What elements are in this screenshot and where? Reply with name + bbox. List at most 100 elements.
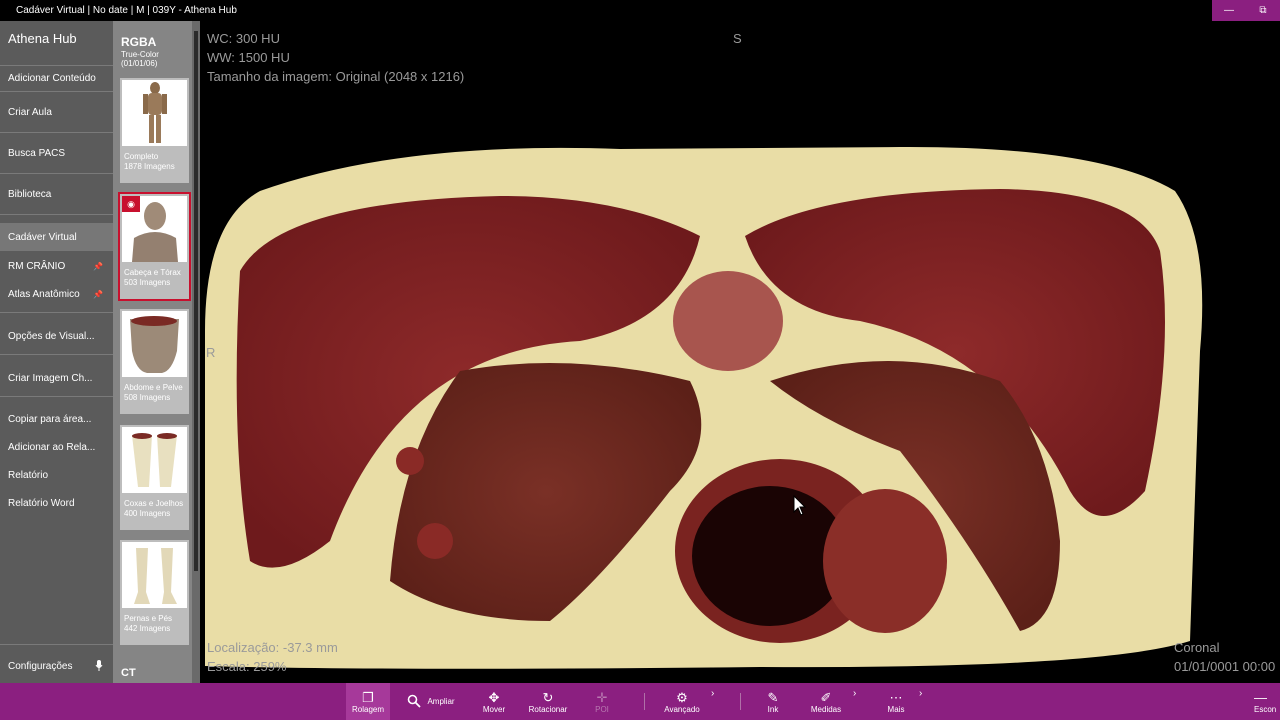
- gear-icon: ⚙: [676, 689, 688, 705]
- thumbnail-count: 503 Imagens: [124, 278, 171, 287]
- restore-button[interactable]: ⧉: [1246, 0, 1280, 21]
- divider: [0, 173, 113, 174]
- thumbnail-name: Coxas e Joelhos: [124, 499, 184, 508]
- thumbnail-count: 442 Imagens: [124, 624, 171, 633]
- image-size: Tamanho da imagem: Original (2048 x 1216…: [207, 69, 465, 84]
- tool-avancado[interactable]: ⚙ Avançado: [660, 683, 704, 720]
- view-plane: Coronal: [1174, 640, 1220, 655]
- window-title: Cadáver Virtual | No date | M | 039Y - A…: [16, 5, 237, 16]
- thumbnail-completo[interactable]: ▼ Completo 1878 Imagens: [120, 78, 189, 183]
- study-date: 01/01/0001 00:00: [1174, 659, 1276, 674]
- series-scrollbar[interactable]: [192, 21, 200, 683]
- sidebar-item-adicionar-relatorio[interactable]: Adicionar ao Rela...: [0, 433, 113, 461]
- tool-label: Mais: [887, 704, 905, 714]
- move-icon: ✥: [488, 689, 500, 705]
- series-subheader: True-Color (01/01/06): [121, 50, 159, 68]
- tool-medidas[interactable]: ✐ Medidas: [808, 683, 844, 720]
- thumbnail-abdome-pelve[interactable]: ▼ Abdome e Pelve 508 Imagens: [120, 309, 189, 414]
- thumbnail-image: [122, 311, 187, 377]
- zoom-scale: Escala: 259%: [207, 659, 287, 674]
- chevron-right-icon[interactable]: ›: [853, 688, 856, 699]
- thumbnail-pernas-pes[interactable]: ▼ Pernas e Pés 442 Imagens: [120, 540, 189, 645]
- tool-ink[interactable]: ✎ Ink: [760, 683, 786, 720]
- sidebar-item-busca-pacs[interactable]: Busca PACS: [0, 139, 113, 167]
- thumbnail-image: [122, 427, 187, 493]
- tool-label: Medidas: [810, 704, 842, 714]
- viewer-info-bottomright: Coronal 01/01/0001 00:00: [1174, 638, 1275, 676]
- tool-label: Ampliar: [427, 697, 455, 706]
- sidebar-item-criar-aula[interactable]: Criar Aula: [0, 98, 113, 126]
- sidebar-item-copiar-area[interactable]: Copiar para área...: [0, 405, 113, 433]
- crosshair-icon: ✛: [596, 689, 608, 705]
- chevron-right-icon[interactable]: ›: [919, 688, 922, 699]
- thumbnail-name: Pernas e Pés: [124, 614, 173, 623]
- tool-ampliar[interactable]: Ampliar: [402, 683, 460, 720]
- tool-esconder[interactable]: — Escon: [1254, 683, 1280, 720]
- anatomy-slice-image: [205, 146, 1203, 669]
- tool-label: Rotacionar: [528, 704, 568, 714]
- sidebar-item-relatorio-word[interactable]: Relatório Word: [0, 489, 113, 517]
- chevron-right-icon[interactable]: ›: [711, 688, 714, 699]
- minimize-button[interactable]: —: [1212, 0, 1246, 21]
- toolbar-divider: [644, 693, 645, 710]
- divider: [0, 132, 113, 133]
- sidebar-item-relatorio[interactable]: Relatório: [0, 461, 113, 489]
- ruler-icon: ✐: [820, 689, 832, 705]
- sidebar-item-label: Biblioteca: [8, 188, 52, 200]
- sidebar-item-opcoes-visual[interactable]: Opções de Visual...: [0, 322, 113, 350]
- tool-label: Avançado: [664, 704, 700, 714]
- pin-icon[interactable]: 📌: [93, 262, 103, 271]
- chevron-down-icon[interactable]: ▼: [178, 543, 185, 550]
- scrollbar-thumb[interactable]: [194, 31, 198, 571]
- image-viewer[interactable]: WC: 300 HU WW: 1500 HU Tamanho da imagem…: [200, 21, 1280, 683]
- chevron-down-icon[interactable]: ▼: [178, 428, 185, 435]
- sidebar-item-adicionar-conteudo[interactable]: Adicionar Conteúdo: [0, 64, 113, 92]
- sidebar-item-label: Atlas Anatômico: [8, 288, 80, 300]
- thumbnail-name: Abdome e Pelve: [124, 383, 183, 392]
- tool-poi[interactable]: ✛ POI: [588, 683, 616, 720]
- sidebar: Athena Hub Adicionar Conteúdo Criar Aula…: [0, 21, 113, 683]
- series-header: RGBA: [121, 35, 157, 49]
- tool-rolagem[interactable]: ❐ Rolagem: [346, 683, 390, 720]
- tool-mover[interactable]: ✥ Mover: [476, 683, 512, 720]
- ct-section-label[interactable]: CT: [121, 667, 136, 679]
- window-center: WC: 300 HU: [207, 31, 280, 46]
- divider: [0, 644, 113, 645]
- divider: [0, 396, 113, 397]
- stack-icon: ❐: [362, 689, 374, 705]
- chevron-down-icon[interactable]: ▼: [178, 312, 185, 319]
- window-width: WW: 1500 HU: [207, 50, 290, 65]
- tool-label: Escon: [1254, 704, 1277, 714]
- tool-rotacionar[interactable]: ↻ Rotacionar: [524, 683, 572, 720]
- slice-location: Localização: -37.3 mm: [207, 640, 338, 655]
- rotate-icon: ↻: [542, 689, 554, 705]
- sidebar-item-label: Adicionar ao Rela...: [8, 441, 96, 453]
- toolbar-divider: [740, 693, 741, 710]
- sidebar-item-label: Cadáver Virtual: [8, 231, 77, 243]
- sidebar-item-cadaver-virtual[interactable]: Cadáver Virtual: [0, 223, 113, 251]
- sidebar-item-rm-cranio[interactable]: RM CRÂNIO 📌: [0, 252, 113, 280]
- sidebar-item-label: RM CRÂNIO: [8, 260, 66, 272]
- tool-label: Mover: [482, 704, 506, 714]
- thumbnail-coxas-joelhos[interactable]: ▼ Coxas e Joelhos 400 Imagens: [120, 425, 189, 530]
- divider: [0, 312, 113, 313]
- microphone-icon[interactable]: [95, 659, 103, 673]
- chevron-down-icon[interactable]: ▼: [178, 197, 185, 204]
- chevron-down-icon[interactable]: ▼: [178, 81, 185, 88]
- hide-icon: —: [1254, 689, 1267, 705]
- pen-icon: ✎: [767, 689, 779, 705]
- tool-label: Ink: [767, 704, 779, 714]
- orientation-left: R: [206, 345, 216, 360]
- hub-title: Athena Hub: [8, 31, 77, 46]
- sidebar-item-configuracoes[interactable]: Configurações: [0, 652, 113, 680]
- sidebar-item-biblioteca[interactable]: Biblioteca: [0, 180, 113, 208]
- sidebar-item-label: Relatório Word: [8, 497, 75, 509]
- title-bar: Cadáver Virtual | No date | M | 039Y - A…: [0, 0, 1280, 21]
- sidebar-item-criar-imagem[interactable]: Criar Imagem Ch...: [0, 364, 113, 392]
- tool-label: POI: [595, 704, 609, 714]
- eye-icon[interactable]: ◉: [122, 196, 140, 212]
- pin-icon[interactable]: 📌: [93, 290, 103, 299]
- tool-mais[interactable]: ⋯ Mais: [882, 683, 910, 720]
- sidebar-item-atlas-anatomico[interactable]: Atlas Anatômico 📌: [0, 280, 113, 308]
- thumbnail-cabeca-torax[interactable]: ◉ ▼ Cabeça e Tórax 503 Imagens: [118, 192, 191, 301]
